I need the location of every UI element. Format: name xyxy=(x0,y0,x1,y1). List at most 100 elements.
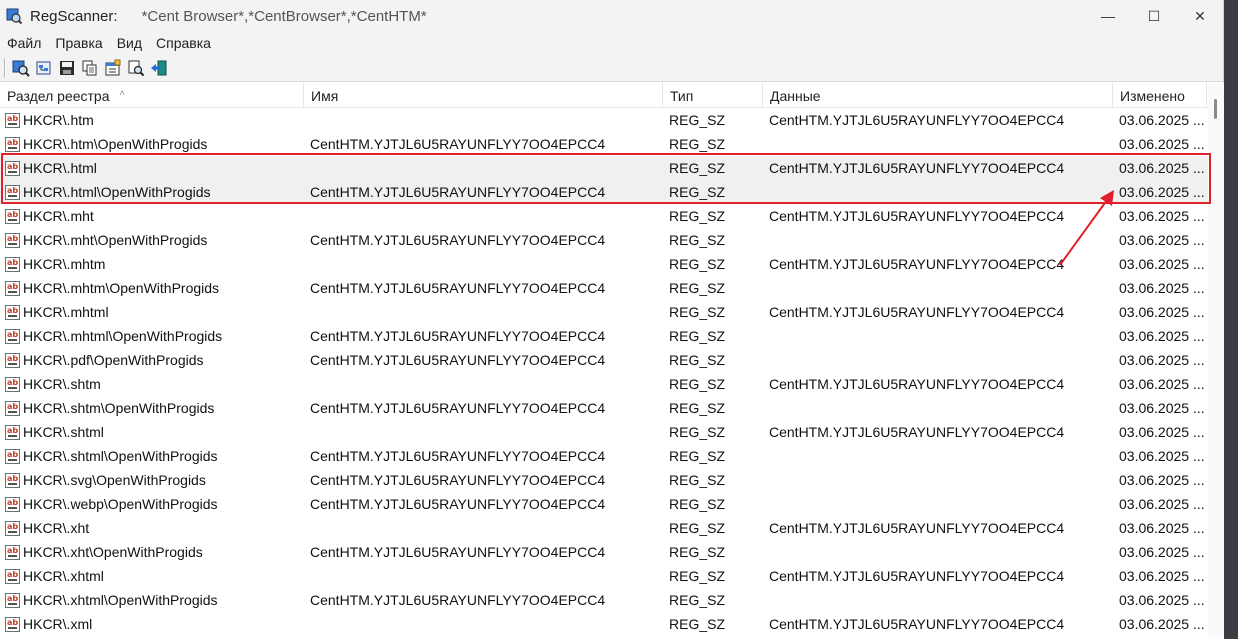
table-row[interactable]: HKCR\.html REG_SZ CentHTM.YJTJL6U5RAYUNFLY… xyxy=(0,156,1208,180)
column-header-data[interactable]: Данные xyxy=(763,83,1113,108)
cell-key: HKCR\.shtml xyxy=(0,420,304,444)
table-row[interactable]: HKCR\.xhtml REG_SZ CentHTM.YJTJL6U5RAYUNFL… xyxy=(0,564,1208,588)
cell-data xyxy=(763,588,1113,612)
table-row[interactable]: HKCR\.shtm\OpenWithProgids CentHTM.YJTJL6… xyxy=(0,396,1208,420)
table-row[interactable]: HKCR\.shtml REG_SZ CentHTM.YJTJL6U5RAYUNFL… xyxy=(0,420,1208,444)
cell-data xyxy=(763,180,1113,204)
reg-string-icon xyxy=(5,256,20,272)
menu-view[interactable]: Вид xyxy=(112,35,147,51)
cell-modified: 03.06.2025 ... xyxy=(1119,376,1205,392)
cell-modified: 03.06.2025 ... xyxy=(1119,448,1205,464)
table-row[interactable]: HKCR\.pdf\OpenWithProgids CentHTM.YJTJL6U… xyxy=(0,348,1208,372)
copy-button[interactable] xyxy=(79,57,101,79)
column-header-type-label: Тип xyxy=(670,87,694,104)
table-row[interactable]: HKCR\.webp\OpenWithProgids CentHTM.YJTJL6… xyxy=(0,492,1208,516)
cell-data: CentHTM.YJTJL6U5RAYUNFLYY7OO4EPCC4 xyxy=(769,112,1065,128)
cell-data: CentHTM.YJTJL6U5RAYUNFLYY7OO4EPCC4 xyxy=(769,208,1065,224)
cell-key-text: HKCR\.xml xyxy=(23,616,93,632)
cell-type: REG_SZ xyxy=(669,448,726,464)
cell-key-text: HKCR\.mhtml\OpenWithProgids xyxy=(23,328,223,344)
scan-button[interactable] xyxy=(10,57,32,79)
maximize-button[interactable]: ☐ xyxy=(1131,0,1177,32)
table-row[interactable]: HKCR\.xht REG_SZ CentHTM.YJTJL6U5RAYUNFLYY… xyxy=(0,516,1208,540)
reg-string-icon xyxy=(5,520,20,536)
reg-string-icon xyxy=(5,376,20,392)
cell-name: CentHTM.YJTJL6U5RAYUNFLYY7OO4EPCC4 xyxy=(310,544,606,560)
cell-data xyxy=(763,132,1113,156)
table-row[interactable]: HKCR\.shtml\OpenWithProgids CentHTM.YJTJL… xyxy=(0,444,1208,468)
table-row[interactable]: HKCR\.xml REG_SZ CentHTM.YJTJL6U5RAYUNFLYY… xyxy=(0,612,1208,636)
menu-help[interactable]: Справка xyxy=(151,35,216,51)
cell-key-text: HKCR\.shtml xyxy=(23,424,104,440)
cell-key-text: HKCR\.xht xyxy=(23,520,90,536)
column-header-name[interactable]: Имя xyxy=(304,83,663,108)
table-row[interactable]: HKCR\.mht\OpenWithProgids CentHTM.YJTJL6U… xyxy=(0,228,1208,252)
cell-key: HKCR\.shtm\OpenWithProgids xyxy=(0,396,304,420)
vertical-scrollbar[interactable] xyxy=(1208,83,1224,639)
cell-modified: 03.06.2025 ... xyxy=(1119,352,1205,368)
menu-edit[interactable]: Правка xyxy=(50,35,107,51)
table-row[interactable]: HKCR\.html\OpenWithProgids CentHTM.YJTJL6… xyxy=(0,180,1208,204)
table-row[interactable]: HKCR\.mhtm\OpenWithProgids CentHTM.YJTJL6… xyxy=(0,276,1208,300)
menu-file[interactable]: Файл xyxy=(2,35,46,51)
cell-data: CentHTM.YJTJL6U5RAYUNFLYY7OO4EPCC4 xyxy=(769,376,1065,392)
scan-icon xyxy=(12,60,30,77)
cell-key-text: HKCR\.mhtm xyxy=(23,256,106,272)
exit-button[interactable] xyxy=(148,57,170,79)
cell-data xyxy=(763,540,1113,564)
table-row[interactable]: HKCR\.shtm REG_SZ CentHTM.YJTJL6U5RAYUNFLY… xyxy=(0,372,1208,396)
cell-modified: 03.06.2025 ... xyxy=(1119,184,1205,200)
save-button[interactable] xyxy=(56,57,78,79)
column-header-key-label: Раздел реестра xyxy=(7,87,110,104)
cell-modified: 03.06.2025 ... xyxy=(1119,424,1205,440)
results-list[interactable]: Раздел реестра ˄ Имя Тип Данные Изменено… xyxy=(0,83,1224,639)
table-row[interactable]: HKCR\.htm\OpenWithProgids CentHTM.YJTJL6U… xyxy=(0,132,1208,156)
cell-key: HKCR\.webp\OpenWithProgids xyxy=(0,492,304,516)
table-row[interactable]: HKCR\.xhtml\OpenWithProgids CentHTM.YJTJL… xyxy=(0,588,1208,612)
cell-name: CentHTM.YJTJL6U5RAYUNFLYY7OO4EPCC4 xyxy=(310,136,606,152)
cell-key-text: HKCR\.shtml\OpenWithProgids xyxy=(23,448,218,464)
cell-type: REG_SZ xyxy=(669,616,726,632)
scrollbar-thumb[interactable] xyxy=(1214,99,1217,119)
table-row[interactable]: HKCR\.htm REG_SZ CentHTM.YJTJL6U5RAYUNFLYY… xyxy=(0,108,1208,132)
cell-key-text: HKCR\.mhtm\OpenWithProgids xyxy=(23,280,220,296)
table-row[interactable]: HKCR\.svg\OpenWithProgids CentHTM.YJTJL6U… xyxy=(0,468,1208,492)
cell-name xyxy=(304,372,663,396)
minimize-button[interactable]: — xyxy=(1085,0,1131,32)
find-button[interactable] xyxy=(125,57,147,79)
cell-modified: 03.06.2025 ... xyxy=(1119,568,1205,584)
cell-data xyxy=(763,444,1113,468)
cell-key-text: HKCR\.shtm xyxy=(23,376,101,392)
cell-key-text: HKCR\.html xyxy=(23,160,97,176)
table-row[interactable]: HKCR\.mhtm REG_SZ CentHTM.YJTJL6U5RAYUNFLY… xyxy=(0,252,1208,276)
reg-string-icon xyxy=(5,544,20,560)
cell-name xyxy=(304,300,663,324)
open-in-regedit-button[interactable] xyxy=(33,57,55,79)
cell-key: HKCR\.mht xyxy=(0,204,304,228)
cell-key-text: HKCR\.xhtml\OpenWithProgids xyxy=(23,592,218,608)
cell-type: REG_SZ xyxy=(669,280,726,296)
properties-button[interactable] xyxy=(102,57,124,79)
cell-type: REG_SZ xyxy=(669,592,726,608)
cell-key-text: HKCR\.mht\OpenWithProgids xyxy=(23,232,208,248)
title-bar[interactable]: RegScanner: *Cent Browser*,*CentBrowser*… xyxy=(0,0,1223,32)
table-row[interactable]: HKCR\.mht REG_SZ CentHTM.YJTJL6U5RAYUNFLYY… xyxy=(0,204,1208,228)
cell-name: CentHTM.YJTJL6U5RAYUNFLYY7OO4EPCC4 xyxy=(310,232,606,248)
table-row[interactable]: HKCR\.xht\OpenWithProgids CentHTM.YJTJL6U… xyxy=(0,540,1208,564)
column-header-modified[interactable]: Изменено xyxy=(1113,83,1207,108)
cell-data: CentHTM.YJTJL6U5RAYUNFLYY7OO4EPCC4 xyxy=(769,424,1065,440)
cell-key-text: HKCR\.htm\OpenWithProgids xyxy=(23,136,208,152)
cell-modified: 03.06.2025 ... xyxy=(1119,136,1205,152)
menu-bar: Файл Правка Вид Справка xyxy=(0,32,1223,54)
cell-modified: 03.06.2025 ... xyxy=(1119,400,1205,416)
column-header-type[interactable]: Тип xyxy=(663,83,763,108)
close-button[interactable]: ✕ xyxy=(1177,0,1223,32)
cell-name xyxy=(304,156,663,180)
column-header-key[interactable]: Раздел реестра ˄ xyxy=(0,83,304,108)
cell-name xyxy=(304,420,663,444)
cell-key: HKCR\.xht\OpenWithProgids xyxy=(0,540,304,564)
table-row[interactable]: HKCR\.mhtml REG_SZ CentHTM.YJTJL6U5RAYUNFL… xyxy=(0,300,1208,324)
cell-type: REG_SZ xyxy=(669,424,726,440)
table-row[interactable]: HKCR\.mhtml\OpenWithProgids CentHTM.YJTJL… xyxy=(0,324,1208,348)
cell-name xyxy=(304,612,663,636)
